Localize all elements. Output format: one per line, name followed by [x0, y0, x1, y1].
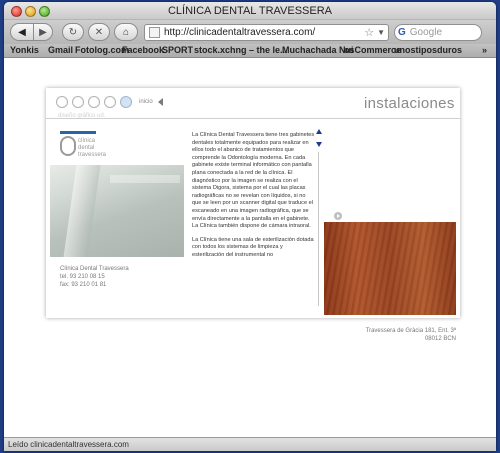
- heading-divider: [46, 118, 460, 119]
- site-panel: inicio diseño gráfico ud. instalaciones …: [46, 88, 460, 342]
- stop-button[interactable]: ✕: [88, 23, 110, 41]
- address-line-2: 08012 BCN: [424, 336, 456, 342]
- window-title: CLÍNICA DENTAL TRAVESSERA: [167, 5, 333, 17]
- clinic-photo-left: [50, 165, 184, 257]
- search-box[interactable]: G Google: [394, 24, 482, 41]
- page-heading: instalaciones: [364, 95, 455, 112]
- scroll-down-arrow-icon[interactable]: [316, 142, 322, 147]
- address-line-1: Travessera de Gràcia 181, Ent. 3ª: [365, 328, 456, 334]
- body-paragraph: La Clínica Dental Travessera tiene tres …: [192, 132, 315, 230]
- bookmark-item[interactable]: Fotolog.com: [75, 45, 129, 55]
- bookmark-star-icon[interactable]: ☆: [364, 26, 374, 39]
- nav-circle-3[interactable]: [88, 96, 100, 108]
- address-bar[interactable]: http://clinicadentaltravessera.com/ ☆ ▼: [144, 24, 389, 41]
- reload-icon: ↻: [68, 26, 78, 38]
- bookmark-item[interactable]: Gmail: [48, 45, 73, 55]
- nav-circle-4[interactable]: [104, 96, 116, 108]
- scroll-track[interactable]: [318, 152, 319, 306]
- browser-window: CLÍNICA DENTAL TRAVESSERA ◀ ▶ ↻ ✕ ⌂ http…: [4, 2, 496, 451]
- play-icon[interactable]: [334, 212, 342, 220]
- clinic-logo-icon: [60, 136, 76, 156]
- bookmark-item[interactable]: unostiposduros: [394, 45, 462, 55]
- bookmark-item[interactable]: stock.xchng – the le...: [194, 45, 288, 55]
- street-address: Travessera de Gràcia 181, Ent. 3ª 08012 …: [324, 327, 456, 343]
- bookmark-item[interactable]: Facebook: [122, 45, 164, 55]
- home-icon: ⌂: [122, 26, 130, 38]
- logo-accent-bar: [60, 131, 96, 134]
- stop-icon: ✕: [94, 26, 104, 38]
- inicio-link[interactable]: inicio: [139, 99, 153, 105]
- title-bar: CLÍNICA DENTAL TRAVESSERA: [4, 2, 496, 20]
- nav-circle-1[interactable]: [56, 96, 68, 108]
- status-bar: Leído clinicadentaltravessera.com: [4, 437, 496, 451]
- wood-photo-right: [324, 222, 456, 315]
- installations-text[interactable]: La Clínica Dental Travessera tiene tres …: [192, 132, 316, 316]
- clinic-name: Clínica Dental Travessera: [60, 266, 129, 272]
- nav-circle-active[interactable]: [120, 96, 132, 108]
- back-arrow-icon: ◀: [18, 26, 26, 38]
- bookmark-item[interactable]: Muchachada Nui: [282, 45, 354, 55]
- bookmarks-bar: Yonkis Gmail Fotolog.com Facebook SPORT …: [4, 44, 496, 58]
- bookmark-item[interactable]: Yonkis: [10, 45, 39, 55]
- navigation-toolbar: ◀ ▶ ↻ ✕ ⌂ http://clinicadentaltravessera…: [4, 20, 496, 44]
- clinic-phone: tel. 93 210 08 15: [60, 274, 105, 280]
- nav-circle-2[interactable]: [72, 96, 84, 108]
- google-search-engine-icon[interactable]: G: [398, 27, 406, 38]
- back-button[interactable]: ◀: [10, 23, 34, 41]
- url-dropdown-icon[interactable]: ▼: [377, 28, 385, 37]
- site-favicon-icon: [149, 27, 160, 38]
- contact-info: Clínica Dental Travessera tel. 93 210 08…: [60, 265, 129, 289]
- reload-button[interactable]: ↻: [62, 23, 84, 41]
- bookmark-item[interactable]: SPORT: [162, 45, 193, 55]
- url-text: http://clinicadentaltravessera.com/: [164, 27, 316, 38]
- home-button[interactable]: ⌂: [114, 23, 138, 41]
- nav-back-arrow-icon[interactable]: [158, 98, 163, 106]
- logo-text: clínica dental travessera: [78, 138, 107, 158]
- body-paragraph: La Clínica tiene una sala de esterilizac…: [192, 236, 314, 258]
- clinic-fax: fax: 93 210 01 81: [60, 282, 107, 288]
- forward-arrow-icon: ▶: [39, 26, 47, 38]
- search-placeholder: Google: [409, 27, 443, 38]
- bookmark-item[interactable]: osCommerce: [344, 45, 401, 55]
- bookmarks-overflow-icon[interactable]: »: [482, 45, 487, 55]
- scroll-up-arrow-icon[interactable]: [316, 129, 322, 134]
- forward-button[interactable]: ▶: [33, 23, 53, 41]
